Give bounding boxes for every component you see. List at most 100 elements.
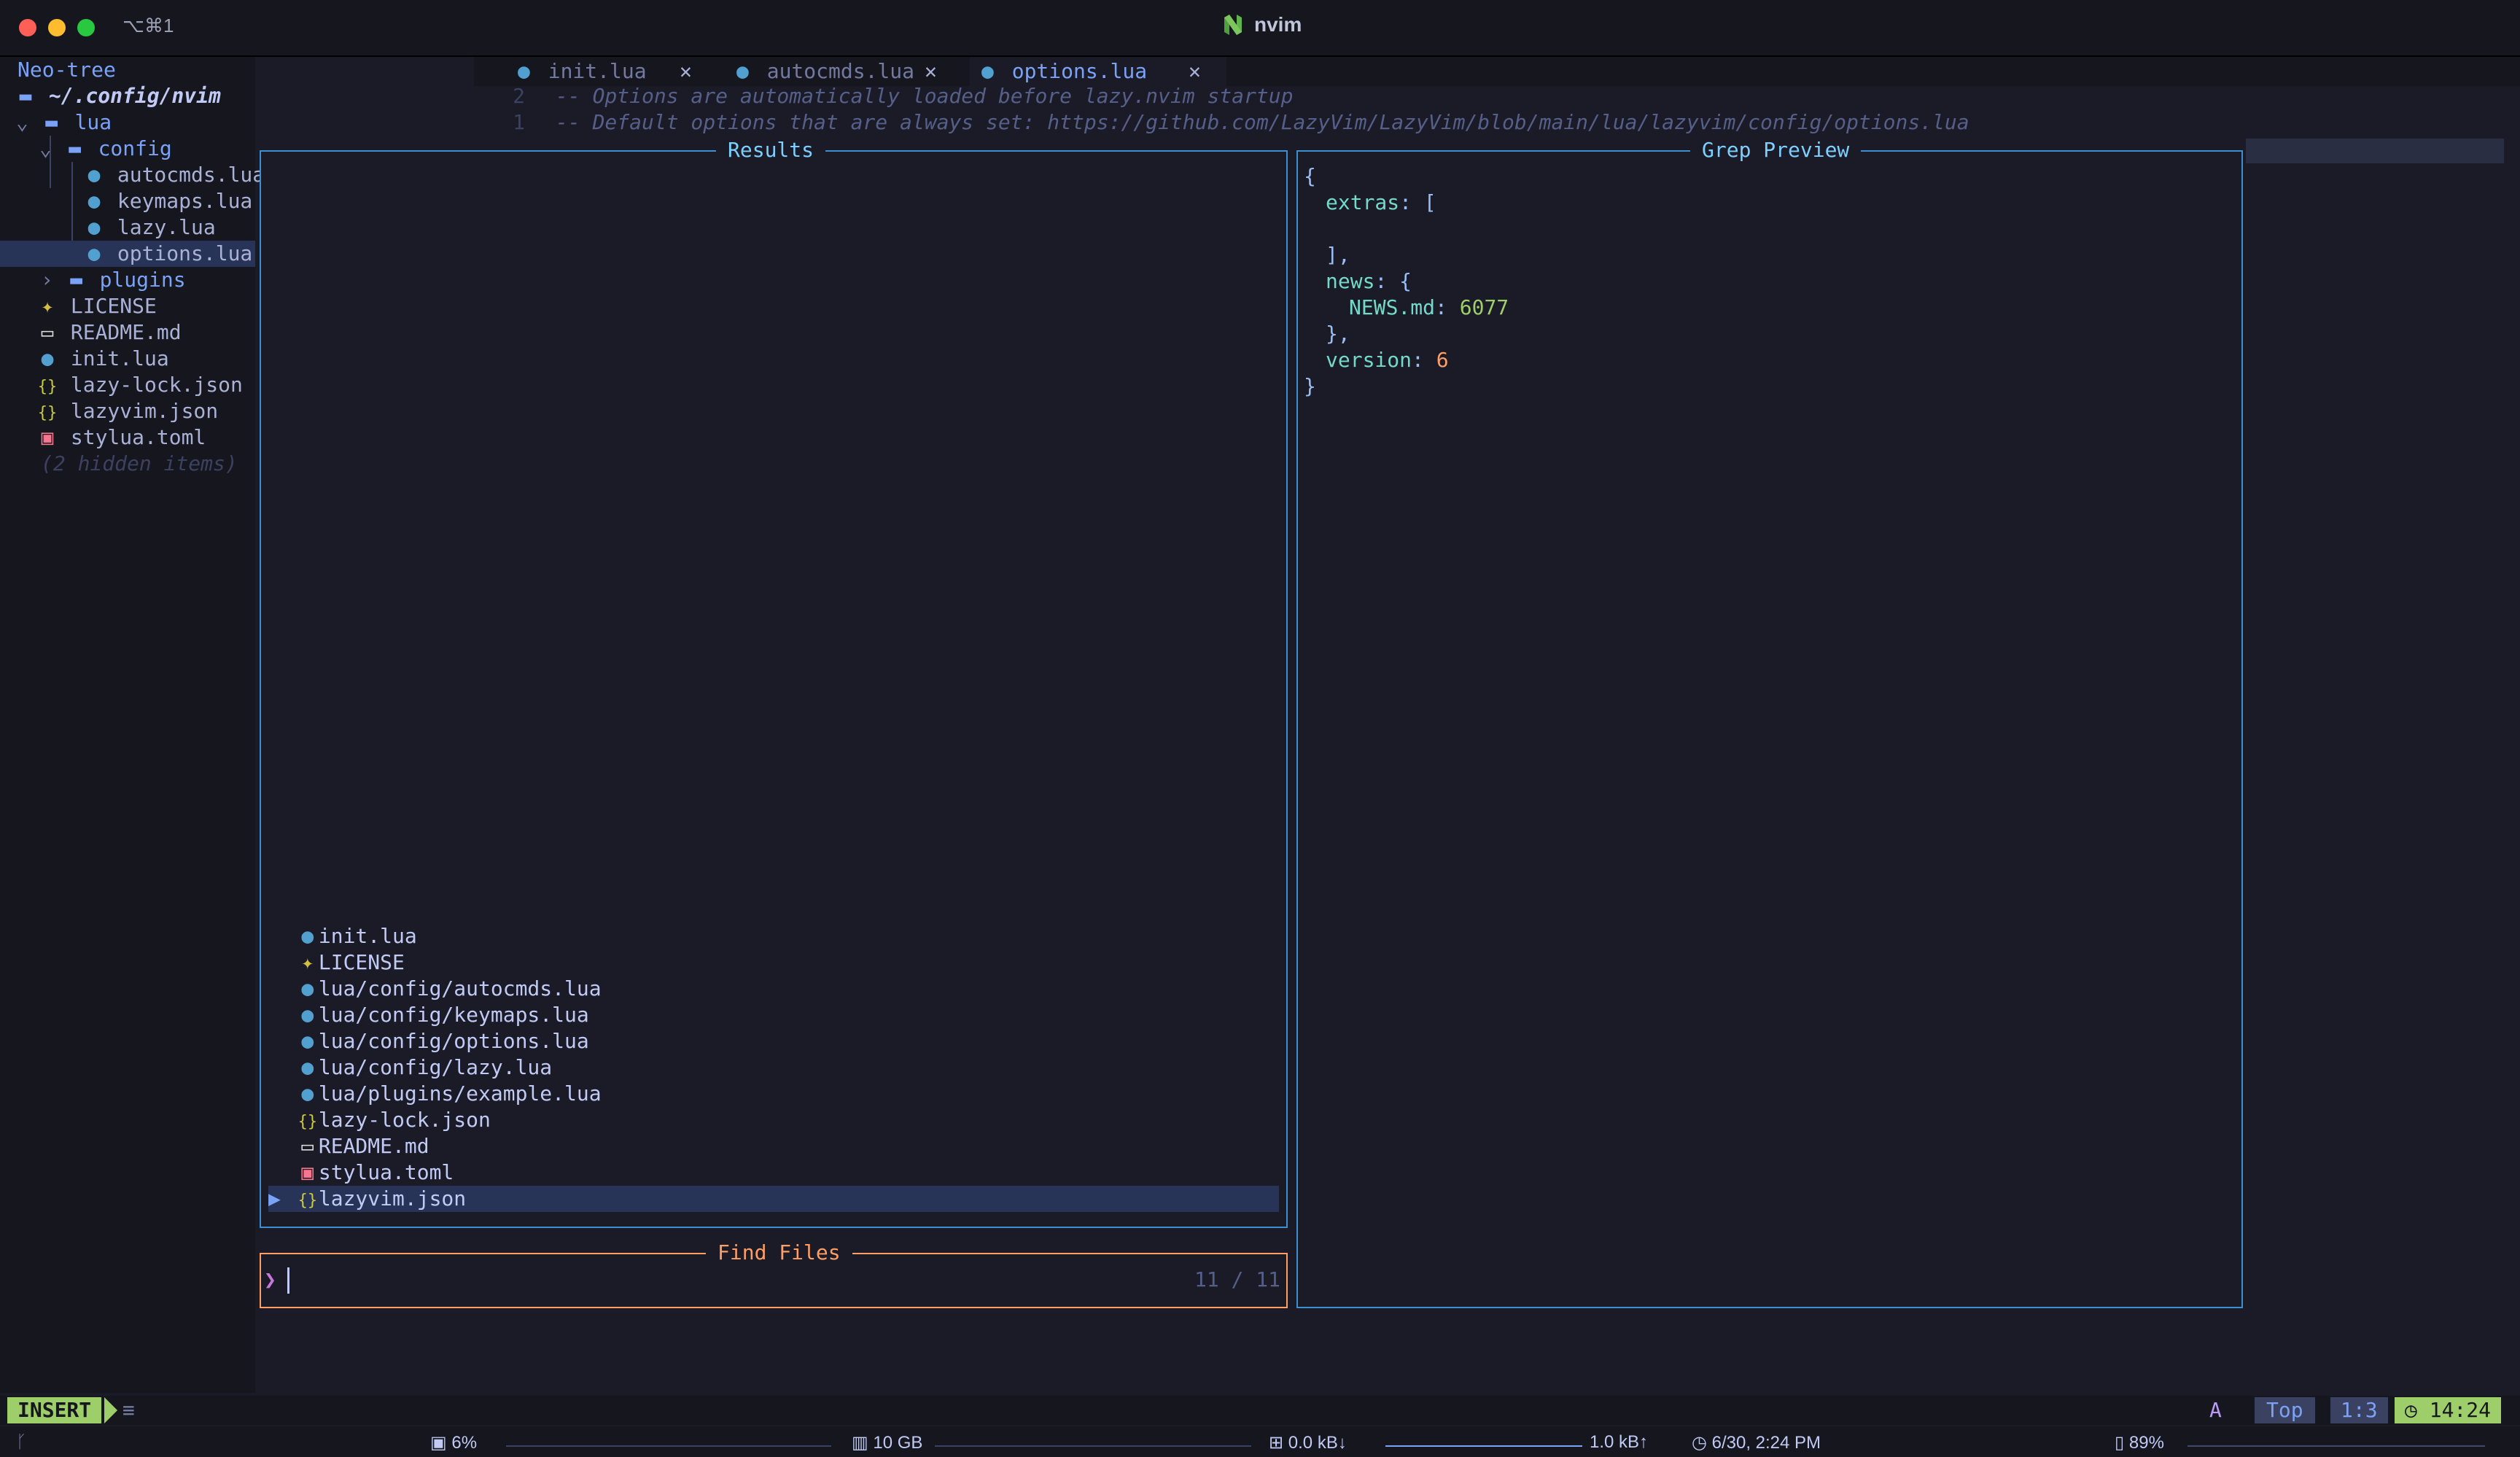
tree-item-label: lazy-lock.json: [70, 373, 243, 397]
result-item[interactable]: ● lua/config/lazy.lua: [268, 1054, 1279, 1081]
tab-options-lua[interactable]: ● options.lua ✕: [970, 57, 1226, 86]
tab-label: autocmds.lua: [766, 59, 915, 83]
tree-item-keymaps[interactable]: ● keymaps.lua: [0, 188, 255, 214]
close-icon[interactable]: ✕: [925, 57, 937, 86]
lines-icon: ≡: [122, 1398, 135, 1422]
text-cursor: [287, 1267, 289, 1294]
tree-item-config[interactable]: ⌄ ▬ config: [0, 136, 255, 162]
maximize-window-button[interactable]: [77, 19, 95, 36]
lua-icon: ●: [41, 346, 54, 370]
close-icon[interactable]: ✕: [1189, 57, 1201, 86]
cursorline-highlight: [2246, 139, 2504, 163]
json-brace: }: [1304, 374, 1316, 398]
battery-icon: ▯: [2115, 1433, 2129, 1453]
result-item-selected[interactable]: ▶ {}lazyvim.json: [268, 1186, 1279, 1212]
json-value: 6077: [1459, 295, 1509, 319]
tree-item-init[interactable]: ● init.lua: [0, 346, 255, 372]
preview-line: },: [1326, 321, 1350, 347]
tree-item-label: autocmds.lua: [117, 163, 265, 187]
result-label: lazy-lock.json: [318, 1108, 491, 1132]
result-item[interactable]: ▭ README.md: [268, 1133, 1279, 1159]
tab-init-lua[interactable]: ● init.lua ✕: [474, 57, 693, 86]
find-files-input[interactable]: [293, 1264, 1098, 1295]
tree-item-readme[interactable]: ▭ README.md: [0, 319, 255, 346]
result-label: lua/config/keymaps.lua: [318, 1003, 589, 1027]
lua-icon: ●: [301, 976, 314, 1001]
selection-caret-icon: ▶: [268, 1186, 281, 1211]
preview-title: Grep Preview: [1690, 137, 1862, 163]
json-key: extras: [1326, 190, 1400, 214]
result-item[interactable]: ● lua/plugins/example.lua: [268, 1081, 1279, 1107]
tree-item-license[interactable]: ✦ LICENSE: [0, 293, 255, 319]
result-item[interactable]: ▣ stylua.toml: [268, 1159, 1279, 1186]
tree-item-options[interactable]: ● options.lua: [0, 241, 255, 267]
tree-item-label: options.lua: [117, 241, 253, 265]
datetime: ◷ 6/30, 2:24 PM: [1692, 1432, 1821, 1453]
close-window-button[interactable]: [19, 19, 36, 36]
chevron-right-icon: ›: [41, 268, 53, 292]
statusline: INSERT ≡ A Top 1:3 ◷ 14:24: [0, 1396, 2520, 1425]
tree-item-label: stylua.toml: [70, 425, 206, 449]
json-brace: {: [1304, 164, 1316, 188]
json-bracket: [: [1423, 190, 1436, 214]
battery: ▯ 89%: [2115, 1432, 2164, 1453]
tree-item-label: README.md: [70, 320, 182, 344]
prompt-chevron-icon: ❯: [264, 1267, 276, 1291]
result-item[interactable]: {}lazy-lock.json: [268, 1107, 1279, 1133]
neo-tree-header: Neo-tree: [0, 57, 255, 83]
tree-item-autocmds[interactable]: ● autocmds.lua: [0, 162, 265, 188]
json-value: 6: [1436, 348, 1449, 372]
mode-separator: [104, 1397, 117, 1423]
tree-item-stylua[interactable]: ▣ stylua.toml: [0, 424, 255, 451]
markdown-icon: ▭: [301, 1134, 314, 1158]
network-down: ⊞ 0.0 kB↓: [1269, 1432, 1347, 1453]
json-key: news: [1326, 269, 1375, 293]
minimize-window-button[interactable]: [48, 19, 66, 36]
result-item[interactable]: ● lua/config/options.lua: [268, 1028, 1279, 1054]
line-number: 2: [513, 84, 525, 108]
editor-line[interactable]: 1 -- Default options that are always set…: [0, 109, 2520, 136]
toml-icon: ▣: [41, 425, 54, 449]
lua-icon: ●: [301, 924, 314, 948]
cursor-position: 1:3: [2330, 1397, 2388, 1423]
lua-icon: ●: [518, 59, 530, 83]
json-key: version: [1326, 348, 1412, 372]
clock-icon: ◷: [1692, 1433, 1712, 1453]
window-titlebar: ⌥⌘1 nvim: [0, 0, 2520, 57]
lua-icon: ●: [88, 163, 101, 187]
tab-autocmds-lua[interactable]: ● autocmds.lua ✕: [722, 57, 941, 86]
result-item[interactable]: ● init.lua: [268, 923, 1279, 949]
result-label: stylua.toml: [318, 1160, 454, 1184]
result-item[interactable]: ● lua/config/autocmds.lua: [268, 976, 1279, 1002]
editor-line[interactable]: 2 -- Options are automatically loaded be…: [0, 83, 2520, 109]
telescope-preview-panel: Grep Preview { extras: [ ], news: { NEWS…: [1296, 137, 2243, 1308]
tree-item-lazy[interactable]: ● lazy.lua: [0, 214, 255, 241]
prompt-title: Find Files: [706, 1240, 852, 1266]
preview-line: }: [1304, 373, 1316, 400]
lua-icon: ●: [301, 1081, 314, 1106]
buffer-tabline: ● init.lua ✕ ● autocmds.lua ✕ ● options.…: [474, 57, 2520, 86]
lua-icon: ●: [301, 1055, 314, 1079]
result-item[interactable]: ✦ LICENSE: [268, 949, 1279, 976]
result-item[interactable]: ● lua/config/keymaps.lua: [268, 1002, 1279, 1028]
window-shortcut: ⌥⌘1: [122, 15, 174, 36]
json-bracket: ],: [1326, 243, 1350, 267]
preview-line: ],: [1326, 242, 1350, 268]
tree-item-plugins[interactable]: › ▬ plugins: [0, 267, 255, 293]
telescope-prompt-panel: Find Files ❯ 11 / 11: [260, 1240, 1288, 1308]
tree-item-lazy-lock[interactable]: {} lazy-lock.json: [0, 372, 255, 398]
lua-icon: ●: [981, 59, 994, 83]
datetime-value: 6/30, 2:24 PM: [1711, 1433, 1821, 1453]
preview-line: news: {: [1326, 269, 1412, 293]
folder-icon: ▬: [70, 268, 83, 292]
result-label: lua/plugins/example.lua: [318, 1081, 602, 1106]
code-text: -- Default options that are always set: …: [556, 110, 1969, 134]
lua-icon: ●: [736, 59, 749, 83]
result-label: lua/config/options.lua: [318, 1029, 589, 1053]
license-icon: ✦: [41, 294, 54, 318]
tree-item-lazyvim[interactable]: {} lazyvim.json: [0, 398, 255, 424]
tree-item-label: init.lua: [70, 346, 169, 370]
close-icon[interactable]: ✕: [680, 57, 692, 86]
neo-tree-panel: Neo-tree ▬ ~/.config/nvim ⌄ ▬ lua ⌄ ▬ co…: [0, 57, 265, 1393]
tree-item-label: lazy.lua: [117, 215, 216, 239]
